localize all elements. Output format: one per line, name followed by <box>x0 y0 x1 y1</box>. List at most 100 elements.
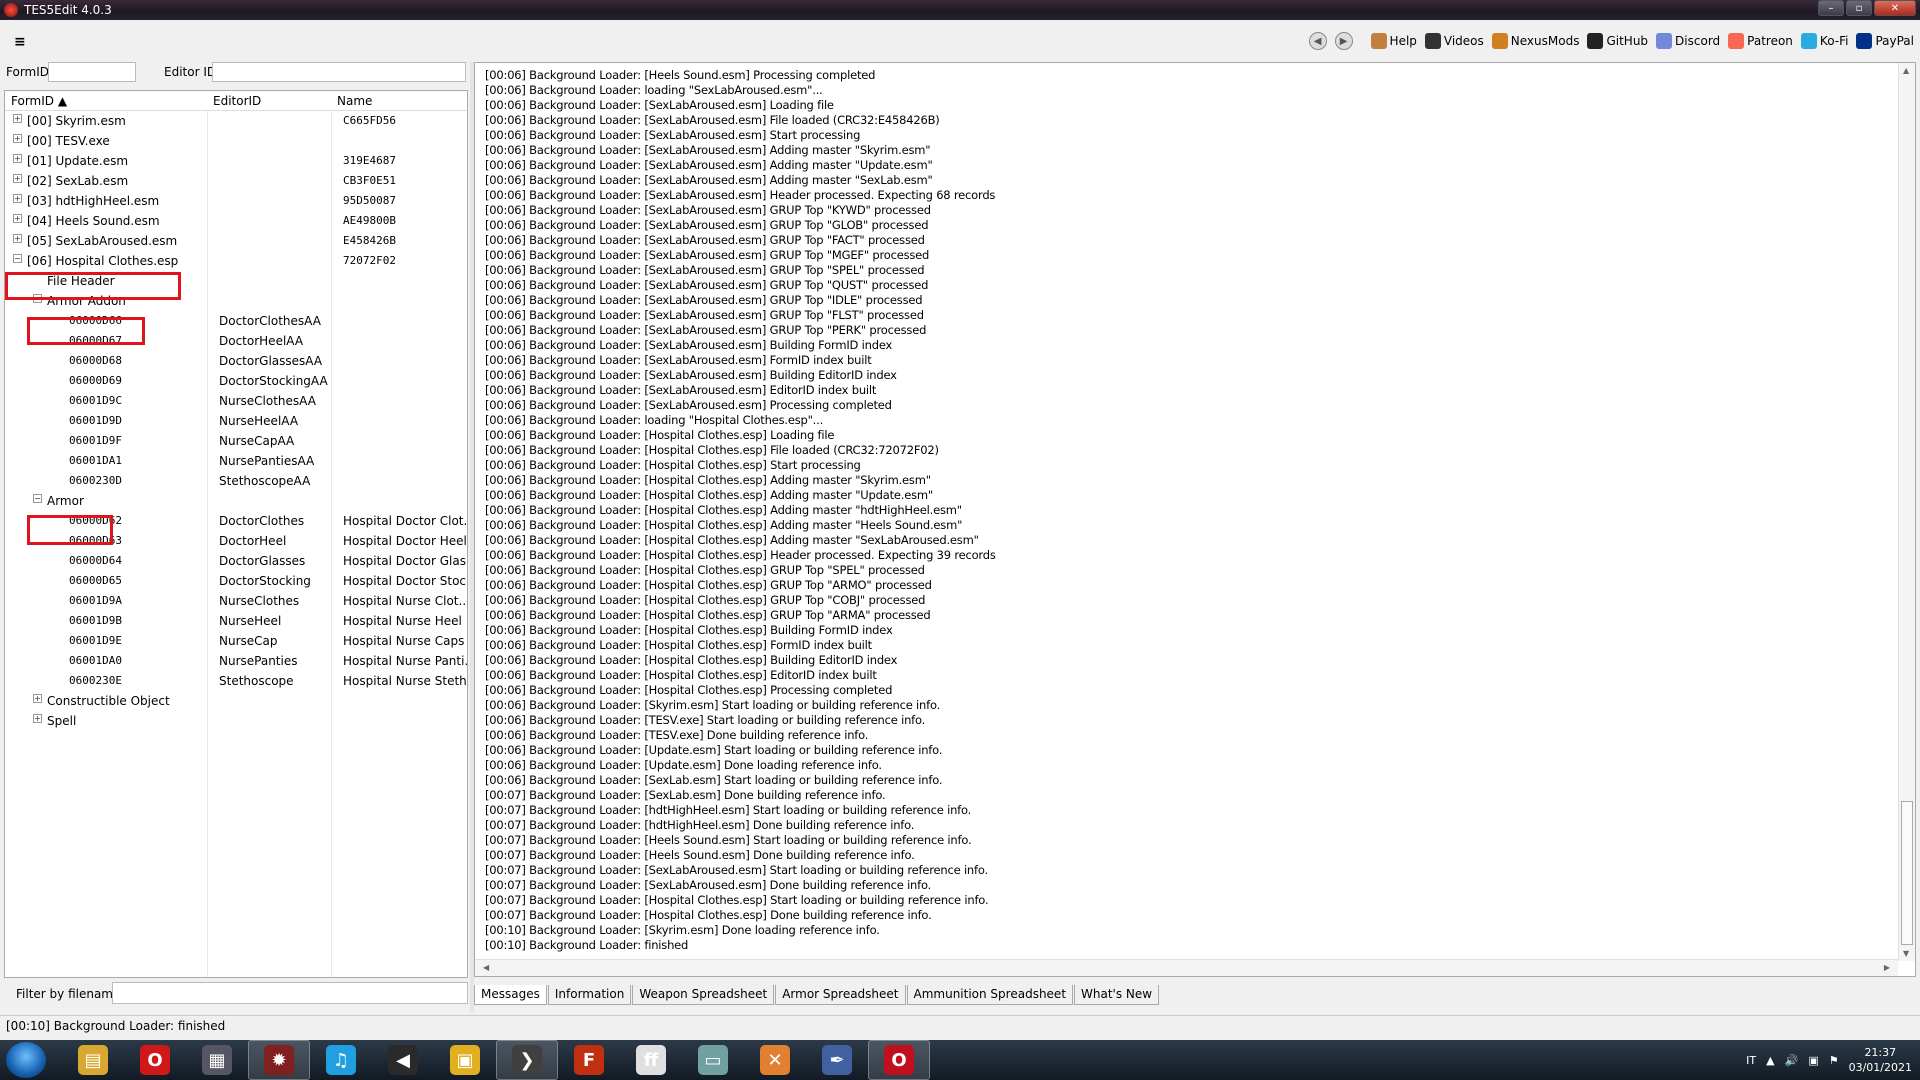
tree-cell-name: Hospital Nurse Steth... <box>343 674 468 688</box>
flag-icon[interactable]: ⚑ <box>1829 1054 1839 1067</box>
tree-row[interactable]: + Constructible Object <box>5 691 467 711</box>
expand-icon[interactable]: + <box>13 134 22 143</box>
tree-row[interactable]: 06001D9D NurseHeelAA <box>5 411 467 431</box>
record-tree[interactable]: FormID ▲ EditorID Name + [00] Skyrim.esm C… <box>4 90 468 978</box>
tab-armor-spreadsheet[interactable]: Armor Spreadsheet <box>775 985 906 1005</box>
expand-icon[interactable]: + <box>13 114 22 123</box>
column-header-editorid[interactable]: EditorID <box>213 94 261 108</box>
forward-icon[interactable]: ▶ <box>1334 32 1353 50</box>
tree-cell-name: Hospital Nurse Heel <box>343 614 462 628</box>
tree-row[interactable]: + [00] TESV.exe <box>5 131 467 151</box>
tree-row[interactable]: 0600230E Stethoscope Hospital Nurse Steth.… <box>5 671 467 691</box>
vertical-scrollbar[interactable]: ▲ ▼ <box>1898 63 1915 961</box>
filter-input[interactable] <box>112 982 468 1004</box>
toolbar-link-nexusmods[interactable]: NexusMods <box>1491 33 1579 49</box>
tree-cell-editorid: DoctorGlasses <box>219 554 306 568</box>
tree-row[interactable]: 06000D64 DoctorGlasses Hospital Doctor Gla… <box>5 551 467 571</box>
tree-row[interactable]: − [06] Hospital Clothes.esp 72072F02 <box>5 251 467 271</box>
volume-icon[interactable]: 🔊 <box>1785 1054 1799 1067</box>
minimize-button[interactable]: – <box>1818 0 1844 16</box>
taskbar-app[interactable]: ❯ <box>496 1040 558 1080</box>
scroll-thumb[interactable] <box>1901 801 1913 945</box>
expand-icon[interactable]: + <box>13 214 22 223</box>
tab-weapon-spreadsheet[interactable]: Weapon Spreadsheet <box>632 985 775 1005</box>
network-icon[interactable]: ▣ <box>1808 1054 1818 1067</box>
taskbar-app[interactable]: O <box>868 1040 930 1080</box>
tree-row[interactable]: + [00] Skyrim.esm C665FD56 <box>5 111 467 131</box>
opera-icon: O <box>140 1045 170 1075</box>
messages-panel[interactable]: [00:06] Background Loader: [Heels Sound.… <box>474 62 1916 977</box>
tree-row[interactable]: + [05] SexLabAroused.esm E458426B <box>5 231 467 251</box>
clock[interactable]: 21:37 03/01/2021 <box>1849 1045 1912 1075</box>
horizontal-scrollbar[interactable]: ◀ ▶ <box>475 959 1898 976</box>
tab-ammunition-spreadsheet[interactable]: Ammunition Spreadsheet <box>906 985 1074 1005</box>
collapse-icon[interactable]: − <box>13 254 22 263</box>
editorid-input[interactable] <box>212 62 466 82</box>
taskbar-app[interactable]: ▤ <box>62 1040 124 1080</box>
taskbar-app[interactable]: O <box>124 1040 186 1080</box>
toolbar-link-videos[interactable]: Videos <box>1424 33 1484 49</box>
message-line: [00:07] Background Loader: [hdtHighHeel.… <box>485 803 972 817</box>
language-indicator[interactable]: IT <box>1746 1054 1756 1067</box>
start-button[interactable] <box>6 1042 46 1078</box>
expand-icon[interactable]: + <box>13 234 22 243</box>
taskbar-app[interactable]: ✕ <box>744 1040 806 1080</box>
tray-up-arrow-icon[interactable]: ▲ <box>1766 1054 1774 1067</box>
main-menu-button[interactable]: ≡ <box>14 34 26 50</box>
toolbar-link-discord[interactable]: Discord <box>1656 33 1720 49</box>
tree-row[interactable]: 06000D69 DoctorStockingAA <box>5 371 467 391</box>
tree-row[interactable]: − Armor <box>5 491 467 511</box>
tree-row[interactable]: + [04] Heels Sound.esm AE49800B <box>5 211 467 231</box>
message-line: [00:06] Background Loader: [SexLab.esm] … <box>485 773 943 787</box>
taskbar-app[interactable]: ♫ <box>310 1040 372 1080</box>
tree-row[interactable]: 06001DA0 NursePanties Hospital Nurse Panti… <box>5 651 467 671</box>
toolbar-link-ko-fi[interactable]: Ko-Fi <box>1800 33 1848 49</box>
taskbar-app[interactable]: ✹ <box>248 1040 310 1080</box>
tree-row[interactable]: 06001D9E NurseCap Hospital Nurse Caps <box>5 631 467 651</box>
toolbar-link-help[interactable]: Help <box>1370 33 1417 49</box>
maximize-button[interactable]: ▫ <box>1846 0 1872 16</box>
tree-row[interactable]: 06000D68 DoctorGlassesAA <box>5 351 467 371</box>
tree-row[interactable]: 06001D9F NurseCapAA <box>5 431 467 451</box>
collapse-icon[interactable]: − <box>33 494 42 503</box>
taskbar-app[interactable]: F <box>558 1040 620 1080</box>
taskbar-app[interactable]: ff <box>620 1040 682 1080</box>
formid-input[interactable] <box>48 62 136 82</box>
taskbar-app[interactable]: ▦ <box>186 1040 248 1080</box>
expand-icon[interactable]: + <box>33 714 42 723</box>
column-header-name[interactable]: Name <box>337 94 372 108</box>
tree-row[interactable]: 0600230D StethoscopeAA <box>5 471 467 491</box>
tree-row[interactable]: + Spell <box>5 711 467 731</box>
close-button[interactable]: ✕ <box>1874 0 1916 16</box>
taskbar-app[interactable]: ◀ <box>372 1040 434 1080</box>
tree-row[interactable]: + [01] Update.esm 319E4687 <box>5 151 467 171</box>
toolbar-link-patreon[interactable]: Patreon <box>1728 33 1793 49</box>
message-line: [00:07] Background Loader: [hdtHighHeel.… <box>485 818 915 832</box>
tree-row[interactable]: 06000D65 DoctorStocking Hospital Doctor St… <box>5 571 467 591</box>
tree-cell-formid: 06000D64 <box>69 554 122 567</box>
tree-row[interactable]: 06001DA1 NursePantiesAA <box>5 451 467 471</box>
expand-icon[interactable]: + <box>13 174 22 183</box>
tree-row[interactable]: 06001D9A NurseClothes Hospital Nurse Clot.… <box>5 591 467 611</box>
message-line: [00:06] Background Loader: [Hospital Clo… <box>485 458 861 472</box>
message-line: [00:06] Background Loader: [SexLabArouse… <box>485 143 931 157</box>
toolbar-link-paypal[interactable]: PayPal <box>1856 33 1914 49</box>
expand-icon[interactable]: + <box>13 194 22 203</box>
column-header-formid[interactable]: FormID ▲ <box>11 94 67 108</box>
back-icon[interactable]: ◀ <box>1308 32 1327 50</box>
taskbar-app[interactable]: ▣ <box>434 1040 496 1080</box>
tree-cell-formid: 06001DA1 <box>69 454 122 467</box>
toolbar-link-github[interactable]: GitHub <box>1587 33 1648 49</box>
tree-row[interactable]: 06001D9B NurseHeel Hospital Nurse Heel <box>5 611 467 631</box>
tab-what-s-new[interactable]: What's New <box>1074 985 1160 1005</box>
message-line: [00:06] Background Loader: [SexLabArouse… <box>485 128 861 142</box>
tab-information[interactable]: Information <box>547 985 632 1005</box>
expand-icon[interactable]: + <box>13 154 22 163</box>
expand-icon[interactable]: + <box>33 694 42 703</box>
tree-row[interactable]: + [03] hdtHighHeel.esm 95D50087 <box>5 191 467 211</box>
taskbar-app[interactable]: ✒ <box>806 1040 868 1080</box>
tree-row[interactable]: + [02] SexLab.esm CB3F0E51 <box>5 171 467 191</box>
tree-row[interactable]: 06001D9C NurseClothesAA <box>5 391 467 411</box>
taskbar-app[interactable]: ▭ <box>682 1040 744 1080</box>
tab-messages[interactable]: Messages <box>474 985 547 1005</box>
